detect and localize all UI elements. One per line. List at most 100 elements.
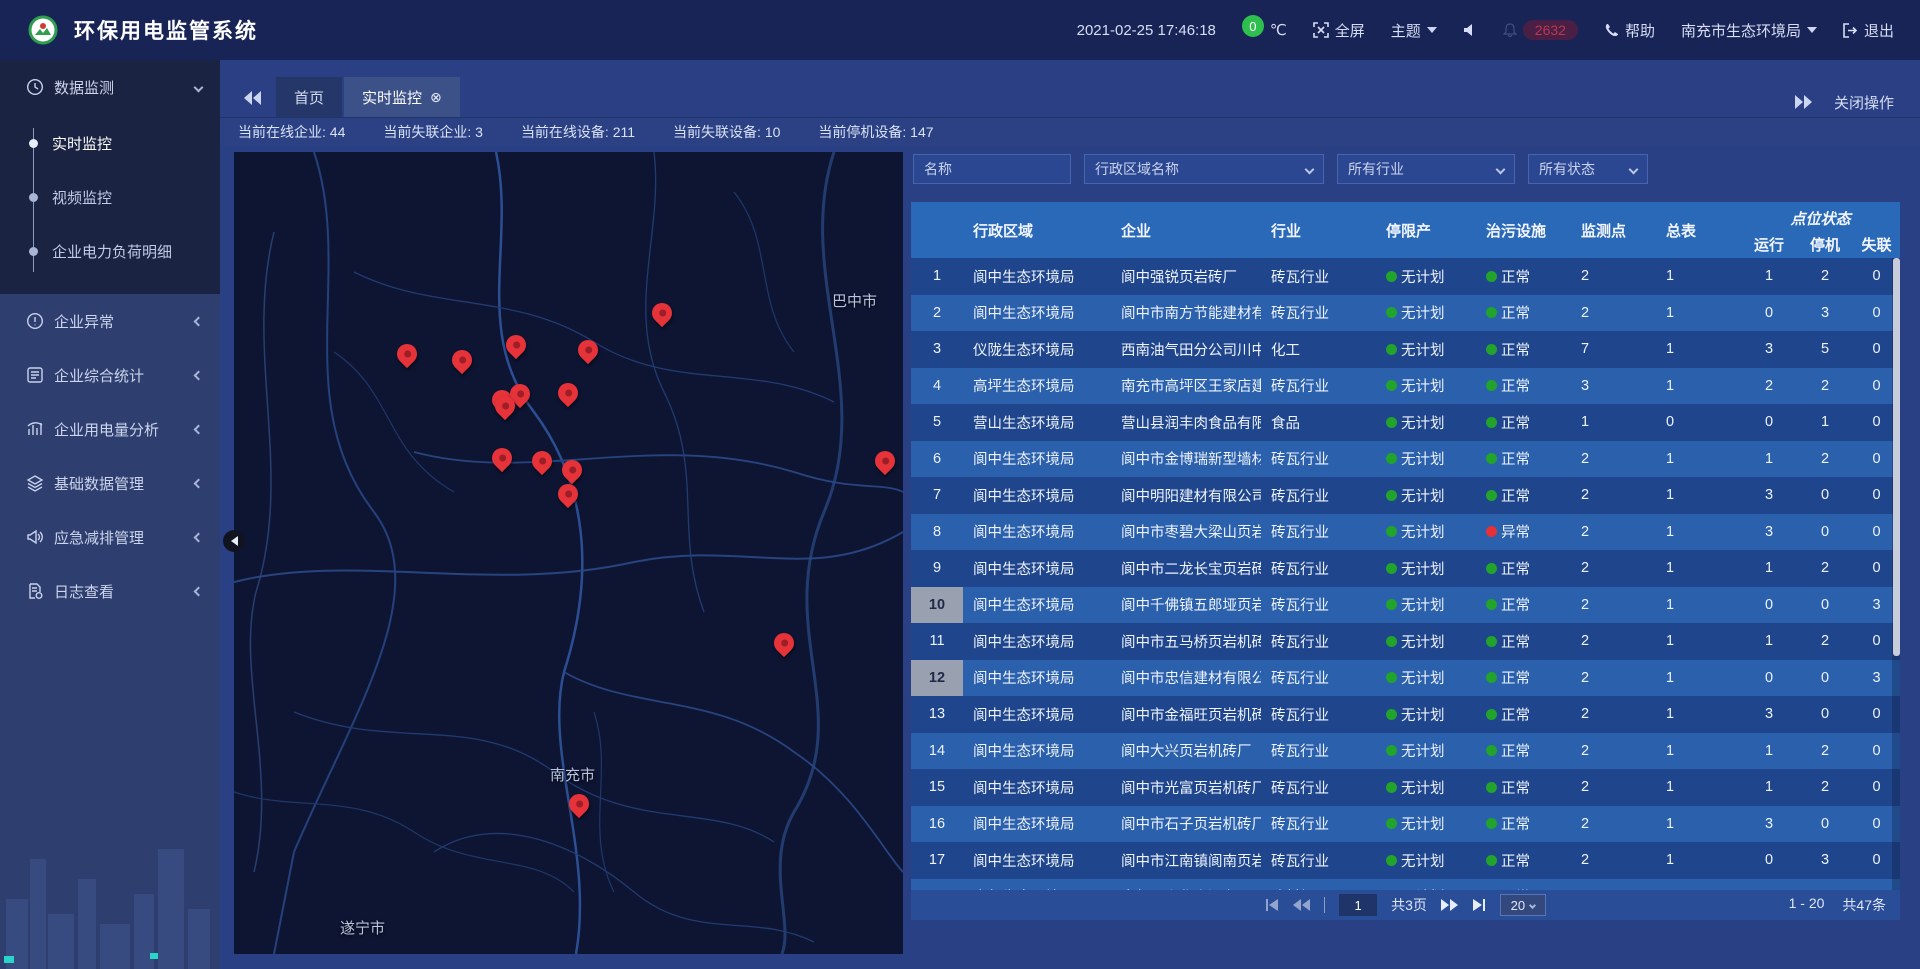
- city-label-巴中市: 巴中市: [832, 290, 877, 311]
- sidebar-item-7[interactable]: 日志查看: [0, 564, 220, 618]
- table-row[interactable]: 6阆中生态环境局阆中市金博瑞新型墙材砖瓦行业无计划正常21120: [911, 441, 1900, 478]
- tab-首页[interactable]: 首页: [276, 77, 342, 117]
- cell-points: 2: [1571, 696, 1656, 733]
- page-number-input[interactable]: 1: [1339, 894, 1377, 916]
- cell-facility-status: 正常: [1476, 696, 1571, 733]
- help-button[interactable]: 帮助: [1604, 20, 1655, 41]
- table-row[interactable]: 16阆中生态环境局阆中市石子页岩机砖厂砖瓦行业无计划正常21300: [911, 806, 1900, 843]
- table-scrollbar[interactable]: [1892, 258, 1900, 890]
- col-stopped: 停机: [1797, 230, 1853, 258]
- table-row[interactable]: 2阆中生态环境局阆中市南方节能建材有砖瓦行业无计划正常21030: [911, 295, 1900, 332]
- table-row[interactable]: 12阆中生态环境局阆中市忠信建材有限公砖瓦行业无计划正常21003: [911, 660, 1900, 697]
- prev-page-button[interactable]: [1293, 899, 1310, 911]
- row-index: 9: [911, 550, 963, 587]
- next-page-button[interactable]: [1441, 899, 1458, 911]
- sidebar-subitem-视频监控[interactable]: 视频监控: [0, 170, 220, 224]
- table-row[interactable]: 8阆中生态环境局阆中市枣碧大梁山页岩砖瓦行业无计划异常21300: [911, 514, 1900, 551]
- cell-meters: 1: [1656, 331, 1741, 368]
- notifications[interactable]: 2632: [1503, 20, 1578, 40]
- status-dot-icon: [1486, 307, 1497, 318]
- cell-limit-status: 无计划: [1376, 733, 1476, 770]
- table-row[interactable]: 15阆中生态环境局阆中市光富页岩机砖厂砖瓦行业无计划正常21120: [911, 769, 1900, 806]
- stat-当前在线企业: 当前在线企业: 44: [238, 122, 345, 142]
- cell-region: 营山生态环境局: [963, 404, 1111, 441]
- table-row[interactable]: 18南部生态环境局南部县砌华小河有限公建材加工无计划正常50050: [911, 879, 1900, 891]
- cell-region: 阆中生态环境局: [963, 769, 1111, 806]
- last-page-button[interactable]: [1472, 899, 1486, 911]
- cell-meters: 1: [1656, 623, 1741, 660]
- map-collapse-button[interactable]: [223, 530, 245, 552]
- cell-meters: 1: [1656, 368, 1741, 405]
- cell-running: 0: [1741, 879, 1797, 891]
- cell-points: 2: [1571, 769, 1656, 806]
- cell-region: 阆中生态环境局: [963, 295, 1111, 332]
- cell-stopped: 5: [1797, 331, 1853, 368]
- sidebar-item-4[interactable]: 企业用电量分析: [0, 402, 220, 456]
- sidebar-subitem-企业电力负荷明细[interactable]: 企业电力负荷明细: [0, 224, 220, 278]
- region-select[interactable]: 行政区域名称: [1084, 154, 1324, 184]
- cell-points: 2: [1571, 295, 1656, 332]
- cell-region: 阆中生态环境局: [963, 477, 1111, 514]
- table-row[interactable]: 11阆中生态环境局阆中市五马桥页岩机砖砖瓦行业无计划正常21120: [911, 623, 1900, 660]
- cell-stopped: 0: [1797, 477, 1853, 514]
- fullscreen-icon: [1313, 22, 1329, 38]
- cell-running: 0: [1741, 404, 1797, 441]
- page-size-select[interactable]: 20: [1500, 894, 1546, 916]
- scroll-tabs-right-icon[interactable]: [1794, 95, 1812, 109]
- first-page-button[interactable]: [1265, 899, 1279, 911]
- cell-stopped: 2: [1797, 623, 1853, 660]
- cell-meters: 1: [1656, 477, 1741, 514]
- sidebar-item-label: 日志查看: [54, 581, 114, 602]
- cell-industry: 砖瓦行业: [1261, 623, 1376, 660]
- name-input-placeholder: 名称: [924, 159, 952, 179]
- monitor-clock-icon: [26, 78, 44, 96]
- sidebar-item-1[interactable]: 数据监测: [0, 60, 220, 114]
- fullscreen-button[interactable]: 全屏: [1313, 20, 1365, 41]
- scroll-tabs-left-icon[interactable]: [244, 91, 262, 105]
- cell-industry: 砖瓦行业: [1261, 514, 1376, 551]
- table-row[interactable]: 13阆中生态环境局阆中市金福旺页岩机砖砖瓦行业无计划正常21300: [911, 696, 1900, 733]
- table-row[interactable]: 1阆中生态环境局阆中强锐页岩砖厂砖瓦行业无计划正常21120: [911, 258, 1900, 295]
- org-dropdown[interactable]: 南充市生态环境局: [1681, 20, 1817, 41]
- table-row[interactable]: 3仪陇生态环境局西南油气田分公司川中化工无计划正常71350: [911, 331, 1900, 368]
- status-select[interactable]: 所有状态: [1528, 154, 1648, 184]
- table-row[interactable]: 14阆中生态环境局阆中大兴页岩机砖厂砖瓦行业无计划正常21120: [911, 733, 1900, 770]
- cell-running: 0: [1741, 587, 1797, 624]
- map-panel[interactable]: 巴中市南充市遂宁市: [234, 152, 903, 954]
- table-row[interactable]: 10阆中生态环境局阆中千佛镇五郎垭页岩砖瓦行业无计划正常21003: [911, 587, 1900, 624]
- sidebar-item-2[interactable]: 企业异常: [0, 294, 220, 348]
- industry-select[interactable]: 所有行业: [1337, 154, 1515, 184]
- status-dot-icon: [1486, 636, 1497, 647]
- table-row[interactable]: 17阆中生态环境局阆中市江南镇阆南页岩砖瓦行业无计划正常21030: [911, 842, 1900, 879]
- scrollbar-thumb[interactable]: [1893, 258, 1900, 656]
- cell-facility-status: 正常: [1476, 441, 1571, 478]
- sidebar-item-3[interactable]: 企业综合统计: [0, 348, 220, 402]
- sidebar-subitem-实时监控[interactable]: 实时监控: [0, 116, 220, 170]
- mute-button[interactable]: [1463, 23, 1477, 37]
- cell-limit-status: 无计划: [1376, 660, 1476, 697]
- status-dot-icon: [1386, 380, 1397, 391]
- cell-running: 1: [1741, 733, 1797, 770]
- sidebar-item-6[interactable]: 应急减排管理: [0, 510, 220, 564]
- pagination-bar: 1 共3页 20 1 - 20 共47条: [911, 890, 1900, 920]
- close-tab-icon[interactable]: ⊗: [430, 89, 442, 106]
- name-search-input[interactable]: 名称: [913, 154, 1071, 184]
- table-row[interactable]: 5营山生态环境局营山县润丰肉食品有限食品无计划正常10010: [911, 404, 1900, 441]
- logout-button[interactable]: 退出: [1843, 20, 1894, 41]
- sidebar-item-label: 企业异常: [54, 311, 114, 332]
- tab-实时监控[interactable]: 实时监控⊗: [344, 77, 460, 117]
- region-select-value: 行政区域名称: [1095, 159, 1179, 179]
- cell-facility-status: 正常: [1476, 769, 1571, 806]
- sidebar-item-5[interactable]: 基础数据管理: [0, 456, 220, 510]
- stat-当前失联设备: 当前失联设备: 10: [673, 122, 780, 142]
- table-row[interactable]: 9阆中生态环境局阆中市二龙长宝页岩砖砖瓦行业无计划正常21120: [911, 550, 1900, 587]
- table-row[interactable]: 4高坪生态环境局南充市高坪区王家店建砖瓦行业无计划正常31220: [911, 368, 1900, 405]
- close-operations-button[interactable]: 关闭操作: [1834, 92, 1894, 113]
- theme-dropdown[interactable]: 主题: [1391, 20, 1437, 41]
- cell-points: 2: [1571, 258, 1656, 295]
- table-row[interactable]: 7阆中生态环境局阆中明阳建材有限公司砖瓦行业无计划正常21300: [911, 477, 1900, 514]
- alert-icon: [26, 312, 44, 330]
- chevron-left-icon: [194, 316, 204, 326]
- cell-points: 2: [1571, 733, 1656, 770]
- cell-limit-status: 无计划: [1376, 331, 1476, 368]
